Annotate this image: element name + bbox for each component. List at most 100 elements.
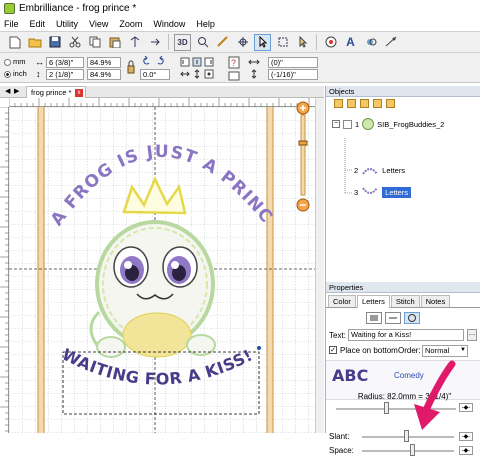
menu-bar: File Edit Utility View Zoom Window Help [0, 17, 480, 31]
app-icon [4, 3, 15, 14]
space-slider-track[interactable] [362, 450, 454, 452]
text-row: Text: Waiting for a Kiss! … [329, 329, 477, 341]
align-left-icon[interactable] [180, 57, 190, 69]
tab-notes[interactable]: Notes [420, 295, 451, 307]
align-center-icon[interactable] [192, 57, 202, 69]
transfer-icon[interactable] [146, 34, 163, 51]
mirror-h-icon[interactable] [180, 69, 190, 81]
collapse-icon[interactable]: − [332, 120, 340, 128]
menu-edit[interactable]: Edit [30, 19, 46, 29]
magnify-icon[interactable] [194, 34, 211, 51]
objects-header: Objects [326, 86, 480, 97]
circle-text-icon[interactable] [404, 312, 420, 324]
rotate-left-icon[interactable] [141, 55, 151, 68]
menu-help[interactable]: Help [196, 19, 215, 29]
horizontal-ruler [8, 98, 315, 107]
properties-tabs: Color Letters Stitch Notes [326, 295, 480, 308]
vertical-ruler [0, 106, 9, 433]
node-edit-icon[interactable] [274, 34, 291, 51]
lock-aspect-icon[interactable] [127, 59, 135, 77]
straight-line-icon[interactable] [385, 312, 401, 324]
toolbar-separator [168, 34, 169, 50]
hoop-left-rail [37, 107, 45, 433]
radius-reset-icon[interactable]: -◆- [459, 403, 473, 412]
group-icon[interactable] [334, 99, 343, 108]
stitch-player-icon[interactable] [382, 34, 399, 51]
mirror-v-icon[interactable] [192, 69, 202, 81]
y-position-icon [248, 69, 260, 81]
text-shape-buttons [366, 312, 480, 324]
hoop-right-rail [266, 107, 274, 433]
height-percent-field[interactable]: 84.9% [87, 69, 121, 80]
rotation-field[interactable]: 0.0° [140, 69, 170, 80]
save-icon[interactable] [46, 34, 63, 51]
help-icon[interactable]: ? [228, 56, 240, 71]
text-more-button[interactable]: … [467, 329, 477, 341]
text-tool-icon[interactable]: A [342, 34, 359, 51]
close-tab-icon[interactable]: x [75, 89, 83, 97]
tab-letters[interactable]: Letters [356, 295, 390, 308]
radius-slider-thumb[interactable] [384, 402, 389, 414]
trace-icon[interactable] [126, 34, 143, 51]
checkbox-icon[interactable] [343, 119, 352, 129]
pointer-icon[interactable] [294, 34, 311, 51]
height-field[interactable]: 2 (1/8)" [46, 69, 84, 80]
menu-zoom[interactable]: Zoom [119, 19, 142, 29]
edit-bar: mm inch ↔ ↕ 6 (3/8)" 2 (1/8)" 84.9% 84.9… [0, 53, 480, 83]
window-title: Embrilliance - frog prince * [19, 3, 137, 14]
lock-icon[interactable] [360, 99, 369, 108]
rotate-right-icon[interactable] [156, 55, 166, 68]
open-folder-icon[interactable] [26, 34, 43, 51]
zoom-slider[interactable] [296, 101, 310, 213]
slant-reset-icon[interactable]: -◆- [459, 432, 473, 441]
copy-icon[interactable] [86, 34, 103, 51]
info-icon[interactable] [228, 71, 240, 83]
unit-mm-radio[interactable]: mm [4, 57, 26, 66]
order-select[interactable]: Normal ▼ [422, 345, 468, 357]
menu-window[interactable]: Window [153, 19, 185, 29]
space-reset-icon[interactable]: -◆- [459, 446, 473, 455]
y-position-field[interactable]: (-1/16)" [268, 69, 318, 80]
place-on-bottom-checkbox[interactable]: ✓ [329, 346, 337, 354]
text-input[interactable]: Waiting for a Kiss! [348, 329, 464, 341]
hide-icon[interactable] [386, 99, 395, 108]
hoop-icon[interactable] [234, 34, 251, 51]
frog-belly [122, 312, 192, 358]
space-slider-thumb[interactable] [410, 444, 415, 456]
menu-file[interactable]: File [4, 19, 19, 29]
cut-icon[interactable] [66, 34, 83, 51]
paste-icon[interactable] [106, 34, 123, 51]
align-lines-icon[interactable] [366, 312, 382, 324]
arc-text-icon [362, 168, 378, 175]
tree-item-design[interactable]: − 1 SIB_FrogBuddies_2 [332, 118, 444, 130]
unit-inch-radio[interactable]: inch [4, 69, 27, 78]
x-position-field[interactable]: (0)" [268, 57, 318, 68]
select-arrow-icon[interactable] [254, 33, 271, 51]
toolbar-separator [316, 34, 317, 50]
no-entry-icon[interactable] [322, 34, 339, 51]
ungroup-icon[interactable] [347, 99, 356, 108]
menu-view[interactable]: View [89, 19, 108, 29]
tab-stitch[interactable]: Stitch [390, 295, 420, 307]
merge-icon[interactable] [362, 34, 379, 51]
design-canvas[interactable]: A FROG IS JUST A PRINCE WAITING FOR A KI… [9, 107, 315, 433]
tab-scroll-right-icon[interactable]: ▶ [14, 87, 19, 95]
canvas-scrollbar[interactable] [315, 98, 324, 433]
tree-item-letters-1[interactable]: 2 Letters [354, 164, 405, 176]
width-percent-field[interactable]: 84.9% [87, 57, 121, 68]
menu-utility[interactable]: Utility [56, 19, 78, 29]
tab-scroll-left-icon[interactable]: ◀ [5, 87, 10, 95]
ruler-icon[interactable] [214, 34, 231, 51]
center-icon[interactable] [204, 69, 214, 81]
arc-text-icon [362, 187, 378, 194]
new-file-icon[interactable] [6, 34, 23, 51]
height-arrows-icon: ↕ [36, 69, 41, 79]
tab-frog-prince[interactable]: frog prince * x [26, 86, 86, 98]
tab-color[interactable]: Color [328, 295, 356, 307]
tree-item-letters-2[interactable]: 3 Letters [354, 186, 412, 198]
unlock-icon[interactable] [373, 99, 382, 108]
svg-text:?: ? [231, 58, 236, 68]
align-right-icon[interactable] [204, 57, 214, 69]
width-field[interactable]: 6 (3/8)" [46, 57, 84, 68]
3d-view-button[interactable]: 3D [174, 33, 191, 51]
